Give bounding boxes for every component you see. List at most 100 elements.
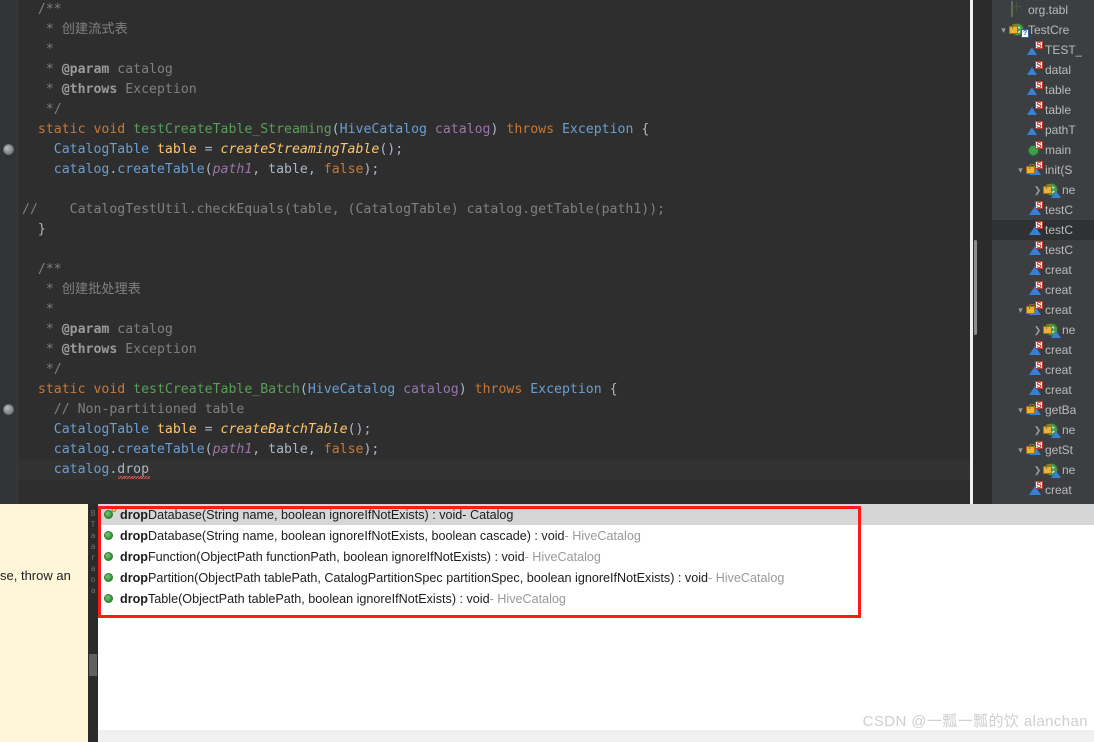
code-token: * 创建流式表 <box>37 22 128 37</box>
code-line[interactable]: CatalogTable table = createStreamingTabl… <box>18 140 970 160</box>
code-token: * <box>37 322 62 337</box>
code-line[interactable]: * <box>18 40 970 60</box>
tree-item-getst[interactable]: ▾ SgetSt <box>992 440 1094 460</box>
editor-code-area[interactable]: /** * 创建流式表 * * @param catalog * @throws… <box>18 0 970 504</box>
run-method-gutter-icon[interactable] <box>3 404 14 415</box>
code-line[interactable]: * @throws Exception <box>18 80 970 100</box>
code-token: @param <box>61 62 110 77</box>
code-line[interactable]: CatalogTable table = createBatchTable(); <box>18 420 970 440</box>
tree-item-label: creat <box>1045 263 1072 277</box>
code-completion-popup[interactable]: Ddrop Database(String name, boolean ignor… <box>98 504 1094 730</box>
tree-item-testc[interactable]: StestC <box>992 200 1094 220</box>
tree-item-ne[interactable]: ❯Cne <box>992 180 1094 200</box>
chevron-right-icon[interactable]: ❯ <box>1032 320 1043 340</box>
tree-item-creat[interactable]: Screat <box>992 480 1094 500</box>
doc-panel-scroll-strip[interactable]: BTaaraoa <box>88 504 98 742</box>
code-line[interactable]: // CatalogTestUtil.checkEquals(table, (C… <box>18 200 970 220</box>
chevron-right-icon[interactable]: ❯ <box>1032 460 1043 480</box>
doc-panel-scroll-thumb[interactable] <box>89 654 97 676</box>
tree-item-creat[interactable]: Screat <box>992 340 1094 360</box>
completion-match-prefix: drop <box>120 591 148 606</box>
tree-item-testc[interactable]: StestC <box>992 240 1094 260</box>
static-method-icon: S <box>1026 341 1043 358</box>
tree-item-patht[interactable]: SpathT <box>992 120 1094 140</box>
tree-item-ne[interactable]: ❯Cne <box>992 420 1094 440</box>
tree-item-label: creat <box>1045 283 1072 297</box>
code-line[interactable]: * 创建批处理表 <box>18 280 970 300</box>
code-line[interactable]: catalog.drop <box>18 460 970 480</box>
code-line[interactable]: * 创建流式表 <box>18 20 970 40</box>
chevron-down-icon[interactable]: ▾ <box>1015 400 1026 420</box>
code-token: ( <box>204 162 213 177</box>
tree-item-creat[interactable]: Screat <box>992 380 1094 400</box>
anonymous-class-icon: C <box>1043 322 1061 338</box>
code-line[interactable]: /** <box>18 260 970 280</box>
tree-item-label: table <box>1045 83 1072 97</box>
tree-item-main[interactable]: Smain <box>992 140 1094 160</box>
chevron-down-icon[interactable]: ▾ <box>998 20 1009 40</box>
completion-item[interactable]: drop Function(ObjectPath functionPath, bo… <box>98 546 1094 567</box>
tree-item-ne[interactable]: ❯Cne <box>992 460 1094 480</box>
code-line[interactable]: static void testCreateTable_Streaming(Hi… <box>18 120 970 140</box>
code-line[interactable]: * @throws Exception <box>18 340 970 360</box>
completion-owner-class: - HiveCatalog <box>524 549 601 564</box>
code-line[interactable]: catalog.createTable(path1, table, false)… <box>18 160 970 180</box>
tree-item-creat[interactable]: Screat <box>992 280 1094 300</box>
completion-item[interactable]: Ddrop Database(String name, boolean ignor… <box>98 504 1094 525</box>
tree-item-creat[interactable]: ▾ Screat <box>992 300 1094 320</box>
code-line[interactable]: static void testCreateTable_Batch(HiveCa… <box>18 380 970 400</box>
tree-item-getba[interactable]: ▾ SgetBa <box>992 400 1094 420</box>
completion-item[interactable]: drop Partition(ObjectPath tablePath, Cata… <box>98 567 1094 588</box>
chevron-down-icon[interactable]: ▾ <box>1015 440 1026 460</box>
tree-item-table[interactable]: Stable <box>992 100 1094 120</box>
run-method-gutter-icon[interactable] <box>3 144 14 155</box>
chevron-down-icon[interactable]: ▾ <box>1015 300 1026 320</box>
editor-scrollbar-thumb[interactable] <box>974 240 977 335</box>
static-method-icon: S <box>1026 201 1043 218</box>
editor-gutter[interactable] <box>0 0 18 504</box>
code-line[interactable]: * @param catalog <box>18 60 970 80</box>
code-token: static void <box>37 122 134 137</box>
code-line[interactable]: * <box>18 300 970 320</box>
tree-item-org-tabl[interactable]: org.tabl <box>992 0 1094 20</box>
completion-item[interactable]: drop Table(ObjectPath tablePath, boolean … <box>98 588 1094 609</box>
chevron-right-icon[interactable]: ❯ <box>1032 420 1043 440</box>
code-token: */ <box>37 102 62 117</box>
completion-match-prefix: drop <box>120 528 148 543</box>
code-token: table <box>149 142 197 157</box>
tree-item-init-s[interactable]: ▾ Sinit(S <box>992 160 1094 180</box>
code-line[interactable]: */ <box>18 100 970 120</box>
completion-signature: Database(String name, boolean ignoreIfNo… <box>147 528 565 543</box>
code-line[interactable] <box>18 180 970 200</box>
anonymous-class-icon: C <box>1043 462 1061 478</box>
completion-signature: Table(ObjectPath tablePath, boolean igno… <box>147 591 490 606</box>
chevron-right-icon[interactable]: ❯ <box>1032 180 1043 200</box>
code-token: (); <box>347 422 372 437</box>
static-method-icon: S <box>1026 281 1043 298</box>
tree-item-datal[interactable]: Sdatal <box>992 60 1094 80</box>
tree-item-creat[interactable]: Screat <box>992 360 1094 380</box>
tree-item-creat[interactable]: Screat <box>992 260 1094 280</box>
structure-tree-panel[interactable]: org.tabl▾C?TestCreSTEST_SdatalStableStab… <box>992 0 1094 504</box>
code-line[interactable]: */ <box>18 360 970 380</box>
code-line[interactable]: * @param catalog <box>18 320 970 340</box>
tree-item-label: org.tabl <box>1028 3 1069 17</box>
chevron-down-icon[interactable]: ▾ <box>1015 160 1026 180</box>
completion-match-prefix: drop <box>120 549 148 564</box>
completion-item[interactable]: drop Database(String name, boolean ignore… <box>98 525 1094 546</box>
tree-item-test-[interactable]: S TEST_ <box>992 40 1094 60</box>
code-token: /** <box>37 2 62 17</box>
code-line[interactable] <box>18 240 970 260</box>
code-editor[interactable]: /** * 创建流式表 * * @param catalog * @throws… <box>0 0 970 504</box>
code-line[interactable]: catalog.createTable(path1, table, false)… <box>18 440 970 460</box>
code-line[interactable]: /** <box>18 0 970 20</box>
tree-item-ne[interactable]: ❯Cne <box>992 320 1094 340</box>
tree-item-testcre[interactable]: ▾C?TestCre <box>992 20 1094 40</box>
tree-item-table[interactable]: Stable <box>992 80 1094 100</box>
code-line[interactable]: // Non-partitioned table <box>18 400 970 420</box>
code-token: catalog <box>109 322 173 337</box>
code-line[interactable]: } <box>18 220 970 240</box>
tree-item-testc[interactable]: StestC <box>992 220 1094 240</box>
